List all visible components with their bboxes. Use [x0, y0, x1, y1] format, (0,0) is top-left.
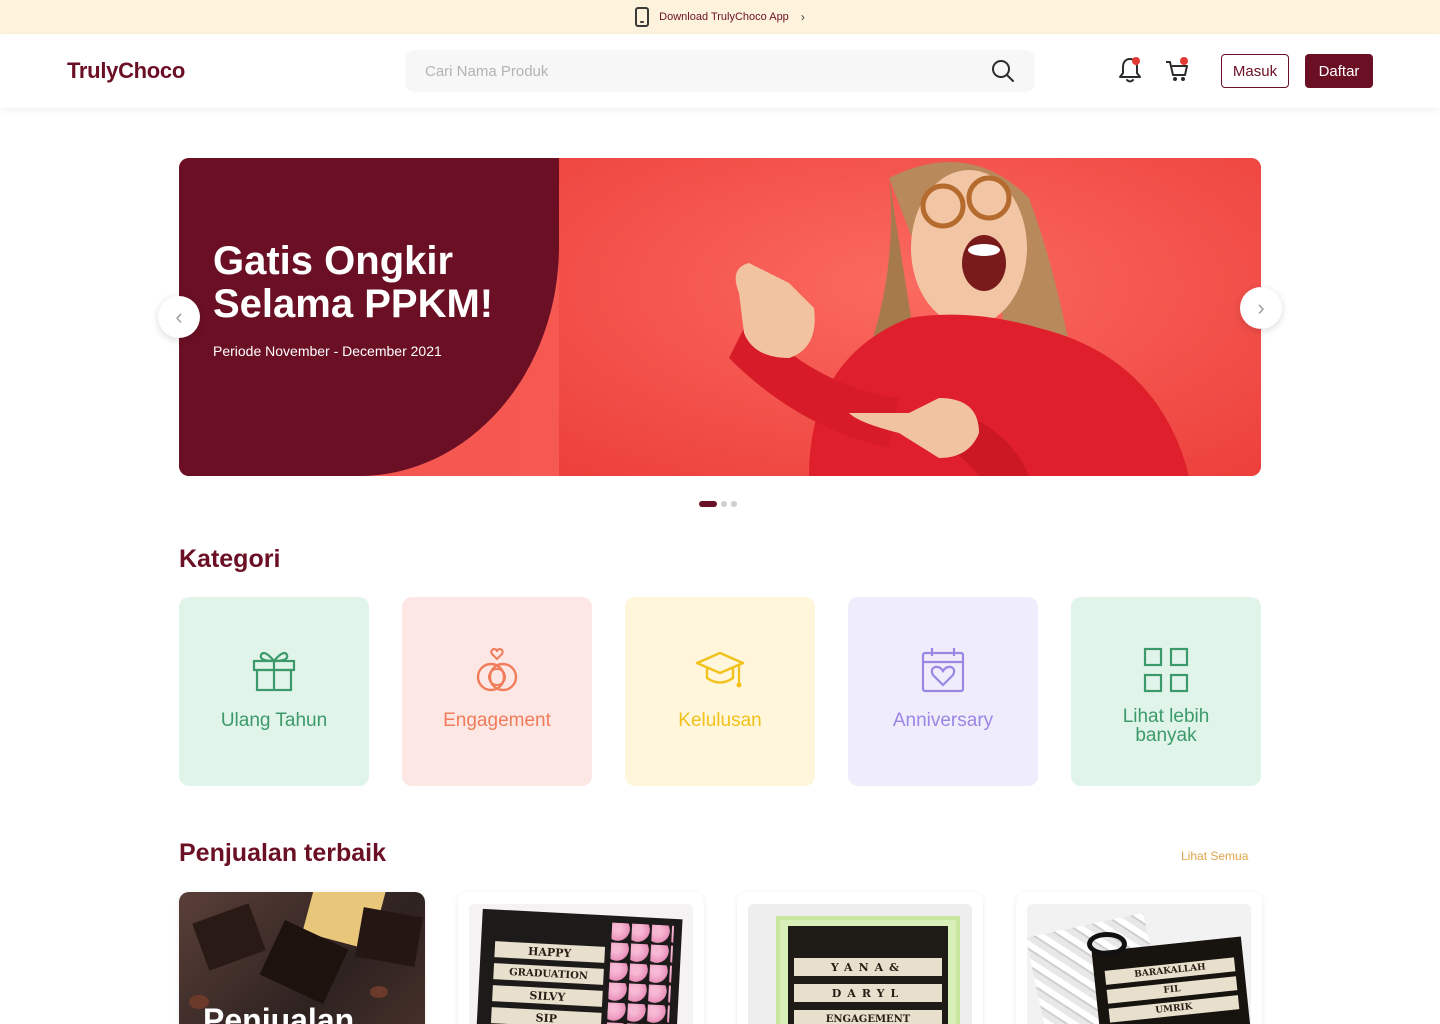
- search-input[interactable]: [425, 62, 991, 80]
- product-image: YANA& DARYL ENGAGEMENT: [748, 904, 972, 1024]
- promo-bar[interactable]: Download TrulyChoco App ›: [0, 0, 1440, 34]
- chocolate-row: YANA&: [794, 958, 942, 976]
- product-image: BARAKALLAH FIL UMRIK: [1027, 904, 1251, 1024]
- slider-dot-active[interactable]: [699, 501, 717, 507]
- search-icon[interactable]: [991, 59, 1015, 83]
- login-button[interactable]: Masuk: [1221, 54, 1289, 88]
- banner-title: Gatis Ongkir Selama PPKM!: [213, 239, 494, 326]
- header: TrulyChoco Masuk Daftar: [0, 34, 1440, 108]
- product-image: HAPPY GRADUATION SILVY SIP: [469, 904, 693, 1024]
- calendar-heart-icon: [921, 648, 965, 693]
- chocolate-row: ENGAGEMENT: [794, 1010, 942, 1024]
- categories-title: Kategori: [179, 545, 281, 573]
- category-label: Engagement: [443, 710, 551, 731]
- product-card-title: Penjualan: [203, 1002, 355, 1024]
- phone-icon: [635, 7, 650, 27]
- chocolate-row: GRADUATION: [493, 963, 604, 985]
- rings-icon: [476, 647, 518, 692]
- promo-banner[interactable]: Gatis Ongkir Selama PPKM! Periode Novemb…: [179, 158, 1261, 476]
- category-label: Kelulusan: [678, 710, 762, 731]
- product-card[interactable]: YANA& DARYL ENGAGEMENT: [737, 892, 983, 1024]
- chocolate-row: DARYL: [794, 984, 942, 1002]
- product-card[interactable]: BARAKALLAH FIL UMRIK: [1016, 892, 1262, 1024]
- chocolate-row: SIP: [490, 1007, 602, 1024]
- promo-text: Download TrulyChoco App: [659, 11, 789, 23]
- banner-photo: [559, 158, 1261, 476]
- slider-next-button[interactable]: ›: [1240, 287, 1282, 329]
- register-button[interactable]: Daftar: [1305, 54, 1373, 88]
- notification-bell-icon[interactable]: [1117, 56, 1143, 84]
- category-label: Ulang Tahun: [220, 710, 328, 731]
- chevron-right-icon: ›: [800, 10, 805, 24]
- category-lihat-lebih-banyak[interactable]: Lihat lebih banyak: [1071, 597, 1261, 786]
- bestseller-title: Penjualan terbaik: [179, 839, 387, 867]
- search-bar: [405, 50, 1035, 92]
- product-card[interactable]: Penjualan: [179, 892, 425, 1024]
- graduation-cap-icon: [695, 651, 745, 688]
- category-engagement[interactable]: Engagement: [402, 597, 592, 786]
- category-label: Anniversary: [892, 710, 994, 731]
- see-all-link[interactable]: Lihat Semua: [1181, 849, 1248, 863]
- slider-dot[interactable]: [721, 501, 727, 507]
- ribbon-bow: [1087, 932, 1127, 956]
- chevron-left-icon: ‹: [175, 304, 183, 329]
- category-label: Lihat lebih banyak: [1122, 706, 1210, 746]
- banner-panel: Gatis Ongkir Selama PPKM! Periode Novemb…: [179, 158, 559, 476]
- category-kelulusan[interactable]: Kelulusan: [625, 597, 815, 786]
- logo[interactable]: TrulyChoco: [67, 58, 185, 84]
- slider-dot[interactable]: [731, 501, 737, 507]
- product-card[interactable]: HAPPY GRADUATION SILVY SIP: [458, 892, 704, 1024]
- banner-subtitle: Periode November - December 2021: [213, 343, 442, 359]
- category-anniversary[interactable]: Anniversary: [848, 597, 1038, 786]
- gift-icon: [252, 651, 296, 692]
- slider-prev-button[interactable]: ‹: [158, 296, 200, 338]
- cart-icon[interactable]: [1164, 56, 1190, 84]
- category-ulang-tahun[interactable]: Ulang Tahun: [179, 597, 369, 786]
- chevron-right-icon: ›: [1257, 295, 1265, 320]
- chocolate-row: SILVY: [492, 985, 603, 1007]
- grid-icon: [1143, 647, 1189, 693]
- slider-dots: [699, 501, 737, 507]
